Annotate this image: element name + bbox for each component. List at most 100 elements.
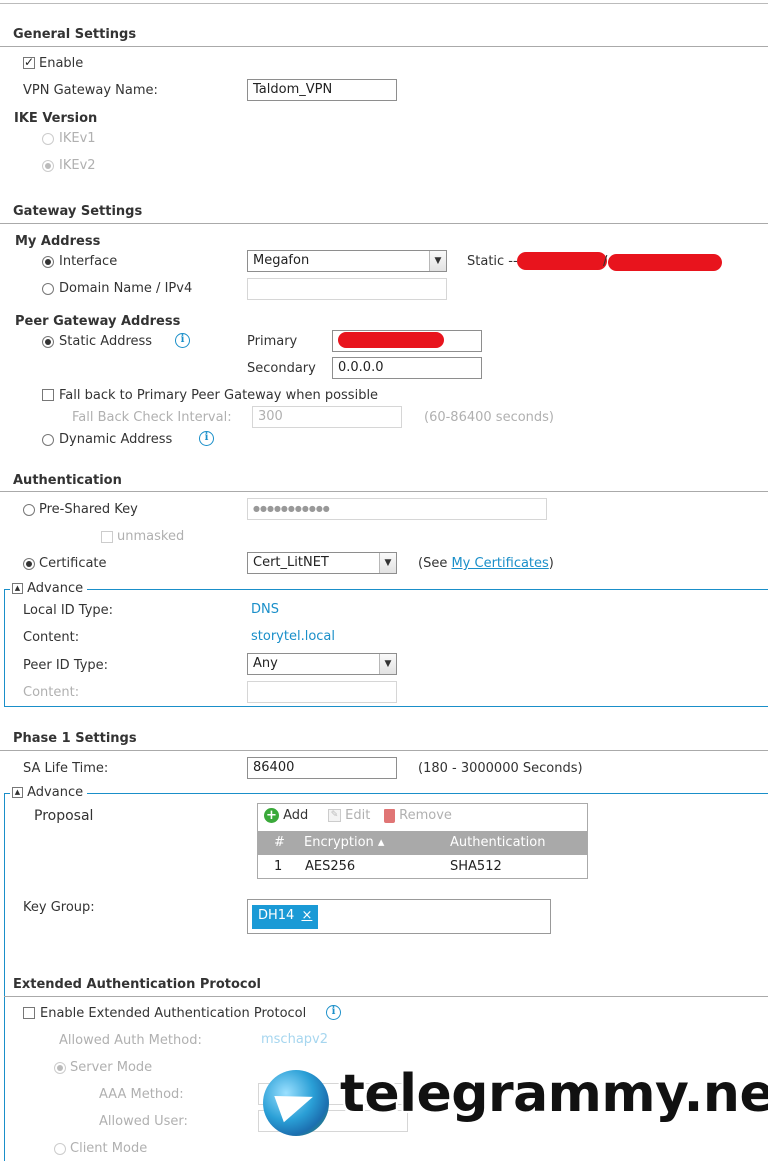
client-mode-radio[interactable] [54,1143,66,1155]
general-settings-title: General Settings [13,27,137,42]
fallback-range-hint: (60-86400 seconds) [424,410,554,425]
static-address-radio-label: Static Address [59,334,153,349]
redaction-mark [608,254,722,271]
top-border [0,3,768,4]
my-certificates-link[interactable]: My Certificates [451,556,548,571]
secondary-input[interactable]: 0.0.0.0 [332,357,482,379]
key-group-label: Key Group: [23,900,95,915]
dynamic-address-radio[interactable] [42,434,54,446]
paper-plane-icon [274,1083,318,1123]
phase1-divider [0,750,768,751]
chevron-down-icon: ▼ [429,251,446,271]
certificate-select-value: Cert_LitNET [253,555,329,570]
fallback-interval-input[interactable]: 300 [252,406,402,428]
phase1-title: Phase 1 Settings [13,731,137,746]
xauth-enable-label: Enable Extended Authentication Protocol [40,1006,307,1021]
table-row[interactable]: 1 AES256 SHA512 [258,856,587,878]
allowed-user-label: Allowed User: [99,1114,188,1129]
server-mode-radio[interactable] [54,1062,66,1074]
trash-icon [384,808,395,823]
local-id-type-value: DNS [251,602,279,617]
ike-version-title: IKE Version [14,111,98,126]
proposal-grid-header: # Encryption ▴ Authentication [258,831,587,855]
edit-label: Edit [345,808,371,823]
fallback-label: Fall back to Primary Peer Gateway when p… [59,388,379,403]
collapse-toggle-icon[interactable]: ▲ [12,583,23,594]
row-authentication: SHA512 [450,859,502,874]
key-group-field[interactable]: DH14 × [247,899,551,934]
add-icon: + [264,808,279,823]
domain-input[interactable] [247,278,447,300]
sa-life-time-input[interactable]: 86400 [247,757,397,779]
column-header-index[interactable]: # [274,835,285,850]
remove-button[interactable]: Remove [384,808,452,823]
general-settings-divider [0,46,768,47]
authentication-title: Authentication [13,473,122,488]
gateway-name-input[interactable]: Taldom_VPN [247,79,397,101]
ikev2-label: IKEv2 [59,158,96,173]
dynamic-address-label: Dynamic Address [59,432,173,447]
peer-gateway-title: Peer Gateway Address [15,314,181,329]
enable-label: Enable [39,56,84,71]
psk-radio[interactable] [23,504,35,516]
edit-button[interactable]: ✎ Edit [328,808,370,823]
auth-advance-header[interactable]: ▲ Advance [10,581,88,597]
row-index: 1 [274,859,283,874]
sa-life-time-label: SA Life Time: [23,761,109,776]
client-mode-label: Client Mode [70,1141,148,1156]
unmasked-label: unmasked [117,529,185,544]
column-header-encryption[interactable]: Encryption ▴ [304,835,384,850]
static-address-separator: / [603,254,608,269]
secondary-label: Secondary [247,361,316,376]
server-mode-label: Server Mode [70,1060,153,1075]
authentication-divider [0,491,768,492]
phase1-advance-label: Advance [27,785,84,800]
gateway-settings-divider [0,223,768,224]
add-button[interactable]: + Add [264,808,308,823]
psk-input[interactable]: ●●●●●●●●●●● [247,498,547,520]
certificate-radio[interactable] [23,558,35,570]
enable-checkbox[interactable] [23,55,35,69]
info-icon[interactable]: i [175,333,190,348]
sa-range-hint: (180 - 3000000 Seconds) [418,761,583,776]
watermark-text: telegrammy.net [340,1064,768,1124]
certificate-select[interactable]: Cert_LitNET ▼ [247,552,397,574]
interface-label: Interface [59,254,118,269]
content-value: storytel.local [251,629,335,644]
certificate-label: Certificate [39,556,107,571]
peer-id-type-value: Any [253,656,278,671]
allowed-auth-method-value: mschapv2 [261,1032,329,1047]
gateway-settings-title: Gateway Settings [13,204,143,219]
xauth-enable-checkbox[interactable] [23,1007,35,1019]
column-header-authentication[interactable]: Authentication [450,835,545,850]
proposal-label: Proposal [34,808,94,824]
xauth-title: Extended Authentication Protocol [13,977,262,992]
phase1-advance-header[interactable]: ▲ Advance [10,785,88,801]
remove-tag-icon[interactable]: × [301,908,312,923]
interface-select[interactable]: Megafon ▼ [247,250,447,272]
collapse-toggle-icon[interactable]: ▲ [12,787,23,798]
ikev1-label: IKEv1 [59,131,96,146]
info-icon[interactable]: i [199,431,214,446]
interface-radio[interactable] [42,256,54,268]
unmasked-checkbox[interactable] [101,531,113,543]
redaction-mark [338,332,444,348]
remove-label: Remove [399,808,452,823]
fallback-checkbox[interactable] [42,389,54,401]
key-group-tag-label: DH14 [258,908,295,923]
proposal-toolbar: + Add ✎ Edit Remove [258,804,587,830]
primary-label: Primary [247,334,298,349]
domain-radio[interactable] [42,283,54,295]
peer-content-input[interactable] [247,681,397,703]
ikev1-radio[interactable] [42,133,54,145]
xauth-divider [4,996,768,997]
peer-id-type-label: Peer ID Type: [23,658,109,673]
ikev2-radio[interactable] [42,160,54,172]
chevron-down-icon: ▼ [379,654,396,674]
add-label: Add [283,808,309,823]
static-address-radio[interactable] [42,336,54,348]
info-icon[interactable]: i [326,1005,341,1020]
interface-select-value: Megafon [253,253,310,268]
row-encryption: AES256 [305,859,356,874]
peer-id-type-select[interactable]: Any ▼ [247,653,397,675]
